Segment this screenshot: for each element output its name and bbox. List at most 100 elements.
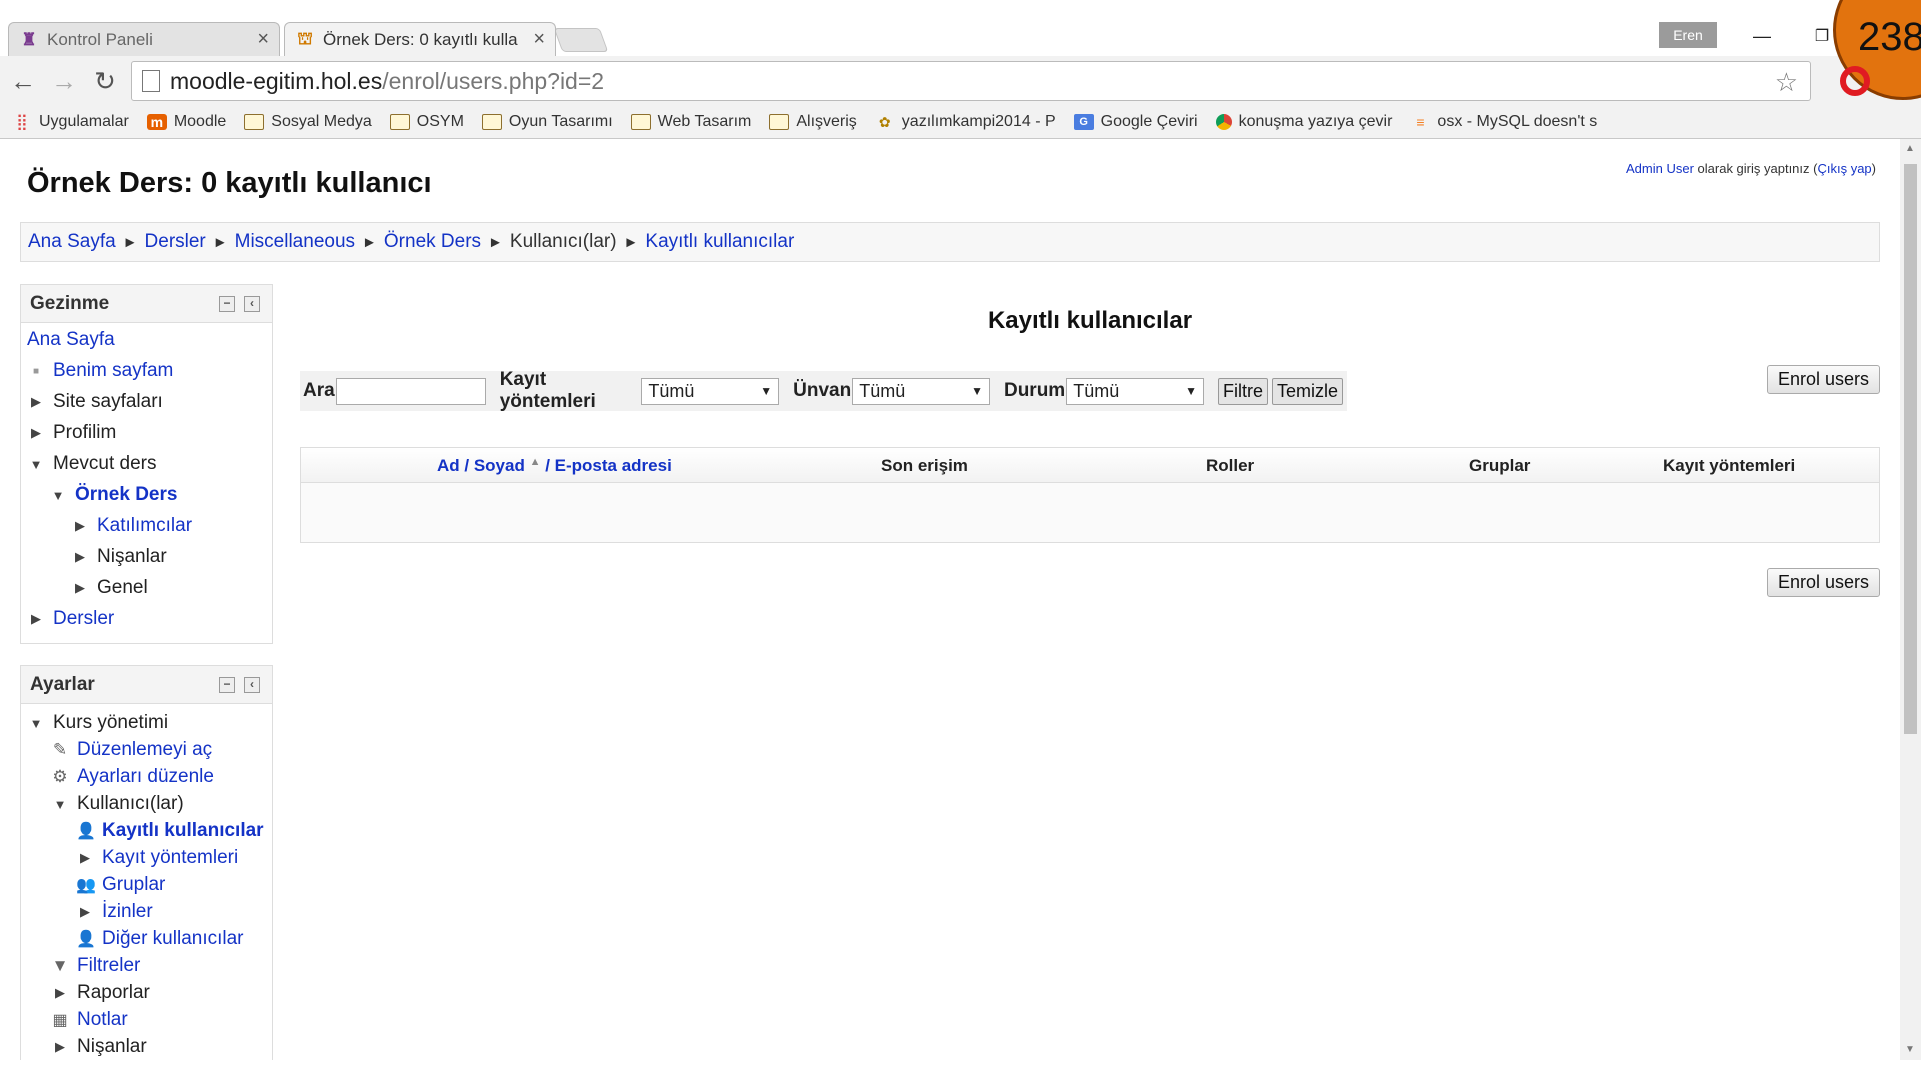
breadcrumb-home[interactable]: Ana Sayfa [28,231,116,253]
bookmark-alisveris[interactable]: Alışveriş [769,113,857,131]
settings-groups[interactable]: 👥 Gruplar [76,874,165,896]
nav-current-course[interactable]: ▼ Mevcut ders [27,453,157,475]
search-input[interactable] [335,377,486,405]
breadcrumb-courses[interactable]: Dersler [145,231,206,253]
forward-icon[interactable]: → [49,66,79,96]
opera-extension-icon[interactable] [1840,66,1870,96]
breadcrumb-course[interactable]: Örnek Ders [384,231,481,253]
star-icon[interactable]: ☆ [1775,67,1798,98]
bookmark-web-tasarim[interactable]: Web Tasarım [630,113,751,131]
tab-bar: ♜ Kontrol Paneli × ⛫ Örnek Ders: 0 kayıt… [0,0,1921,100]
bookmark-osym[interactable]: OSYM [389,113,464,131]
user-profile-link[interactable]: Admin User [1626,161,1694,176]
bookmark-label: yazılımkampi2014 - P [901,113,1056,130]
navigation-block-header: Gezinme − ‹ [21,285,272,323]
enrol-method-select[interactable]: Tümü ▼ [641,377,780,405]
settings-grades[interactable]: ▦ Notlar [51,1009,128,1031]
minimize-icon[interactable]: — [1742,22,1782,50]
nav-label: Dersler [53,608,115,629]
settings-label: Filtreler [77,955,141,976]
nav-participants[interactable]: ▶ Katılımcılar [71,515,192,537]
breadcrumb-enrolled[interactable]: Kayıtlı kullanıcılar [645,231,794,253]
enrol-users-button-bottom[interactable]: Enrol users [1767,568,1880,597]
settings-enrol-methods[interactable]: ▶ Kayıt yöntemleri [76,847,238,869]
bookmark-sosyal-medya[interactable]: Sosyal Medya [244,113,372,131]
site-icon: ✿ [878,113,891,130]
sort-name-link[interactable]: Ad / Soyad [437,456,525,475]
settings-edit-on[interactable]: ✎ Düzenlemeyi aç [51,739,212,761]
settings-enrolled-users[interactable]: 👤 Kayıtlı kullanıcılar [76,820,264,842]
moodle-cap-icon: ⛫ [297,28,313,48]
settings-other-users[interactable]: 👤 Diğer kullanıcılar [76,928,244,950]
login-text: olarak giriş yaptınız ( [1693,161,1818,176]
dock-icon[interactable]: ‹ [244,677,260,693]
breadcrumb-category[interactable]: Miscellaneous [235,231,355,253]
settings-edit-settings[interactable]: ⚙ Ayarları düzenle [51,766,214,788]
close-tab-icon[interactable]: × [257,28,269,51]
collapse-arrow-icon: ▼ [29,456,43,472]
role-select[interactable]: Tümü ▼ [852,377,990,405]
page-scrollbar[interactable]: ▲ ▼ [1900,139,1921,1060]
bookmark-konusma[interactable]: konuşma yazıya çevir [1215,113,1392,131]
bookmark-moodle[interactable]: m Moodle [146,113,226,131]
settings-label: Kayıtlı kullanıcılar [102,820,264,841]
settings-badges[interactable]: ▶ Nişanlar [51,1036,147,1058]
bookmark-oyun-tasarimi[interactable]: Oyun Tasarımı [481,113,613,131]
bookmark-osx-mysql[interactable]: ≡ osx - MySQL doesn't s [1410,113,1597,131]
nav-courses[interactable]: ▶ Dersler [27,608,114,630]
profile-badge[interactable]: Eren [1659,22,1717,48]
nav-label: Mevcut ders [53,453,157,474]
reset-button[interactable]: Temizle [1271,377,1343,405]
stackoverflow-icon: ≡ [1416,114,1425,130]
scrollbar-thumb[interactable] [1904,164,1917,734]
settings-label: Kayıt yöntemleri [102,847,239,868]
settings-permissions[interactable]: ▶ İzinler [76,901,153,923]
bullet-icon: ■ [32,365,40,377]
nav-badges[interactable]: ▶ Nişanlar [71,546,167,568]
bookmark-apps[interactable]: ⣿ Uygulamalar [12,113,129,131]
settings-filters[interactable]: ▼ Filtreler [51,955,141,977]
settings-users[interactable]: ▼ Kullanıcı(lar) [51,793,184,815]
settings-course-admin[interactable]: ▼ Kurs yönetimi [27,712,169,734]
expand-icon: ▶ [31,394,41,409]
tab-kontrol-paneli[interactable]: ♜ Kontrol Paneli × [8,22,280,56]
bookmark-google-ceviri[interactable]: G Google Çeviri [1073,113,1198,131]
table-header: Ad / Soyad ▲ / E-posta adresi Son erişim… [301,448,1879,483]
status-select[interactable]: Tümü ▼ [1066,377,1204,405]
settings-label: Notlar [77,1009,128,1030]
address-bar[interactable]: moodle-egitim.hol.es/enrol/users.php?id=… [131,61,1811,101]
column-last-access[interactable]: Son erişim [881,456,968,476]
nav-my-page[interactable]: ■ Benim sayfam [27,360,173,382]
tab-ornek-ders[interactable]: ⛫ Örnek Ders: 0 kayıtlı kulla × [284,22,556,56]
settings-reports[interactable]: ▶ Raporlar [51,982,150,1004]
scroll-down-icon[interactable]: ▼ [1905,1044,1915,1055]
dock-icon[interactable]: ‹ [244,296,260,312]
sort-email-link[interactable]: / E-posta adresi [540,456,672,475]
breadcrumb-users: Kullanıcı(lar) [509,231,617,252]
settings-label: Raporlar [77,982,150,1003]
collapse-icon[interactable]: − [219,296,235,312]
moodle-page: Admin User olarak giriş yaptınız (Çıkış … [0,139,1900,1060]
logout-link[interactable]: Çıkış yap [1817,161,1871,176]
nav-home[interactable]: Ana Sayfa [27,329,115,351]
back-icon[interactable]: ← [8,66,38,96]
collapse-icon[interactable]: − [219,677,235,693]
nav-profile[interactable]: ▶ Profilim [27,422,116,444]
collapse-arrow-icon: ▼ [29,715,43,731]
nav-course[interactable]: ▼ Örnek Ders [49,484,178,506]
enrol-users-button-top[interactable]: Enrol users [1767,365,1880,394]
folder-icon [481,114,502,130]
new-tab-button[interactable] [553,28,609,52]
nav-site-pages[interactable]: ▶ Site sayfaları [27,391,163,413]
filter-button[interactable]: Filtre [1217,377,1268,405]
bookmark-yazilimkampi[interactable]: ✿ yazılımkampi2014 - P [875,113,1056,131]
reload-icon[interactable]: ↻ [90,66,120,96]
nav-general[interactable]: ▶ Genel [71,577,148,599]
scroll-up-icon[interactable]: ▲ [1905,143,1915,154]
browser-chrome: ♜ Kontrol Paneli × ⛫ Örnek Ders: 0 kayıt… [0,0,1921,139]
expand-icon: ▶ [80,904,90,919]
close-tab-icon[interactable]: × [533,28,545,51]
main-heading: Kayıtlı kullanıcılar [987,307,1193,334]
moodle-hat-icon: ♜ [21,29,37,49]
sort-asc-icon: ▲ [529,456,541,468]
